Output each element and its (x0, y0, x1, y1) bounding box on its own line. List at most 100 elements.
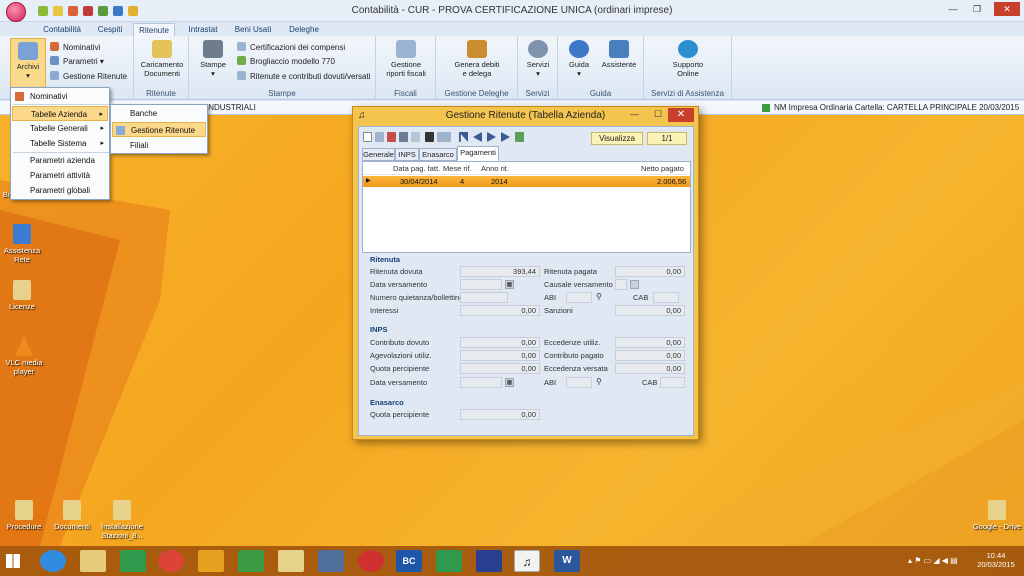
tab-pagamenti[interactable]: Pagamenti (457, 146, 499, 161)
bc-icon[interactable]: BC (396, 550, 422, 572)
desktop-icon-google-drive[interactable]: Google - Drive (972, 500, 1022, 531)
app-icon[interactable] (436, 550, 462, 572)
enasarco-quota-field[interactable]: 0,00 (460, 409, 540, 420)
eccedenze-utiliz-field[interactable]: 0,00 (615, 337, 685, 348)
ritenuta-pagata-field[interactable]: 0,00 (615, 266, 685, 277)
save-icon[interactable] (399, 132, 408, 142)
tab-enasarco[interactable]: Enasarco (419, 148, 457, 161)
interessi-field[interactable]: 0,00 (460, 305, 540, 316)
tab-cespiti[interactable]: Cespiti (92, 23, 128, 36)
tab-ritenute[interactable]: Ritenute (133, 23, 175, 36)
next-record-icon[interactable] (487, 132, 496, 142)
clock[interactable]: 10.44 20/03/2015 (976, 551, 1016, 569)
inps-cab-field[interactable] (660, 377, 685, 388)
delete-icon[interactable] (387, 132, 396, 142)
minimize-button[interactable]: — (942, 2, 964, 16)
desktop-icon-installazione[interactable]: Installazione Stazioni_8... (98, 500, 146, 540)
column-header[interactable]: Data pag. fatt. (393, 162, 440, 175)
binoculars-icon[interactable]: ⚲ (596, 377, 602, 386)
tab-beni-usati[interactable]: Beni Usati (230, 23, 276, 36)
guida-button[interactable]: Guida ▾ (564, 40, 594, 78)
sanzioni-field[interactable]: 0,00 (615, 305, 685, 316)
desktop-icon-vlc[interactable]: VLC media player (2, 336, 46, 376)
new-icon[interactable] (363, 132, 372, 142)
dialog-maximize-button[interactable]: ☐ (654, 109, 662, 120)
tab-deleghe[interactable]: Deleghe (282, 23, 326, 36)
first-record-icon[interactable] (459, 132, 468, 142)
calendar-icon[interactable]: ▦ (505, 378, 514, 387)
start-icon[interactable] (6, 554, 20, 568)
servizi-button[interactable]: Servizi ▾ (522, 40, 554, 78)
copy-icon[interactable] (411, 132, 420, 142)
parametri-button[interactable]: Parametri ▾ (50, 56, 104, 68)
contributo-dovuto-field[interactable]: 0,00 (460, 337, 540, 348)
app-icon[interactable] (358, 550, 384, 572)
calculator-icon[interactable] (238, 550, 264, 572)
brogliaccio-button[interactable]: Brogliaccio modello 770 (237, 56, 335, 68)
menu-item-parametri-attivita[interactable]: Parametri attività (12, 168, 108, 183)
calendar-icon[interactable]: ▦ (505, 280, 514, 289)
tray-icons[interactable]: ▴ ⚑ ▭ ◢ ◀ ▤ (908, 556, 968, 566)
last-record-icon[interactable] (501, 132, 510, 142)
submenu-item-gestione-ritenute[interactable]: Gestione Ritenute (112, 122, 206, 137)
previous-record-icon[interactable] (473, 132, 482, 142)
binoculars-icon[interactable]: ⚲ (596, 292, 602, 301)
store-icon[interactable] (120, 550, 146, 572)
ritenute-contributi-button[interactable]: Ritenute e contributi dovuti/versati (237, 71, 371, 83)
dialog-minimize-button[interactable]: — (630, 109, 639, 119)
app-icon[interactable] (198, 550, 224, 572)
quietanza-field[interactable] (460, 292, 508, 303)
submenu-item-filiali[interactable]: Filiali (112, 138, 206, 153)
menu-item-tabelle-sistema[interactable]: Tabelle Sistema ▸ (12, 136, 108, 151)
genera-debiti-button[interactable]: Genera debiti e delega (448, 40, 506, 78)
desktop-icon-assistenza[interactable]: Assistenza Rete (2, 224, 42, 264)
supporto-online-button[interactable]: Supporto Online (664, 40, 712, 78)
edit-icon[interactable] (375, 132, 384, 142)
ie-icon[interactable] (40, 550, 66, 572)
desktop-icon-documenti[interactable]: Documenti (50, 500, 94, 531)
word-icon[interactable]: W (554, 550, 580, 572)
cab-field[interactable] (653, 292, 679, 303)
chrome-icon[interactable] (158, 550, 184, 572)
ritenuta-dovuta-field[interactable]: 393,44 (460, 266, 540, 277)
inps-abi-field[interactable] (566, 377, 592, 388)
close-button[interactable]: ✕ (994, 2, 1020, 16)
desktop-icon-licenze[interactable]: Licenze (2, 280, 42, 311)
tab-generale[interactable]: Generale (362, 148, 395, 161)
tab-contabilita[interactable]: Contabilità (36, 23, 88, 36)
view-icon[interactable] (437, 132, 451, 142)
table-row[interactable]: ▶ 30/04/2014 4 2014 2.006,56 (363, 176, 690, 187)
quota-percipiente-field[interactable]: 0,00 (460, 363, 540, 374)
refresh-icon[interactable] (515, 132, 524, 142)
explorer-icon[interactable] (80, 550, 106, 572)
binoculars-icon[interactable] (425, 132, 434, 142)
archivi-button[interactable]: Archivi ▾ (10, 38, 46, 88)
stampe-button[interactable]: Stampe ▾ (197, 40, 229, 78)
causale-versamento-field[interactable] (615, 279, 627, 290)
menu-item-tabelle-azienda[interactable]: Tabelle Azienda ▸ (12, 106, 108, 121)
desktop-icon-procedure[interactable]: Procedure (2, 500, 46, 531)
menu-item-parametri-globali[interactable]: Parametri globali (12, 183, 108, 198)
restore-button[interactable]: ❐ (966, 2, 988, 16)
column-header[interactable]: Mese rif. (443, 162, 472, 175)
tab-inps[interactable]: INPS (395, 148, 419, 161)
assistente-button[interactable]: Assistente (598, 40, 640, 69)
contributo-pagato-field[interactable]: 0,00 (615, 350, 685, 361)
music-note-icon[interactable]: ♫ (514, 550, 540, 572)
dialog-close-button[interactable]: ✕ (668, 108, 694, 122)
folder-icon[interactable] (278, 550, 304, 572)
agevolazioni-field[interactable]: 0,00 (460, 350, 540, 361)
visualizza-button[interactable]: Visualizza (591, 132, 643, 145)
tab-intrastat[interactable]: Intrastat (180, 23, 226, 36)
app-icon[interactable] (476, 550, 502, 572)
eccedenza-versata-field[interactable]: 0,00 (615, 363, 685, 374)
abi-field[interactable] (566, 292, 592, 303)
submenu-item-banche[interactable]: Banche (112, 106, 206, 121)
app-icon[interactable] (318, 550, 344, 572)
nominativi-button[interactable]: Nominativi (50, 42, 100, 54)
gestione-ritenute-button[interactable]: Gestione Ritenute (50, 71, 127, 83)
lookup-icon[interactable] (630, 280, 639, 289)
column-header[interactable]: Netto pagato (641, 162, 684, 175)
caricamento-documenti-button[interactable]: Caricamento Documenti (138, 40, 186, 78)
column-header[interactable]: Anno rit. (481, 162, 509, 175)
